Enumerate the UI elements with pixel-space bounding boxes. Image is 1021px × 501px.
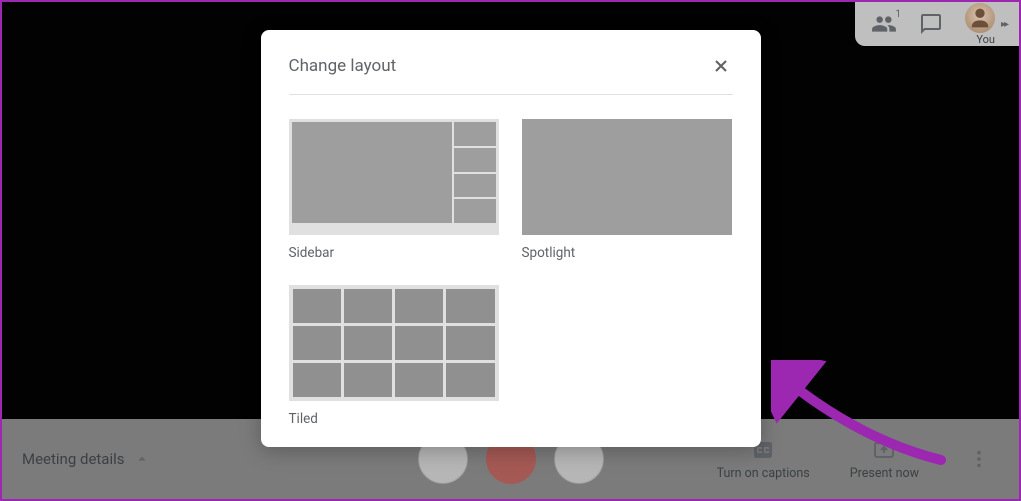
sidebar-preview xyxy=(289,119,499,235)
dialog-overlay: Change layout Sidebar xyxy=(2,2,1019,499)
layout-option-sidebar[interactable]: Sidebar xyxy=(289,119,500,261)
layout-label-sidebar: Sidebar xyxy=(289,245,500,261)
layout-label-tiled: Tiled xyxy=(289,411,500,427)
divider xyxy=(289,94,733,95)
dialog-header: Change layout xyxy=(289,54,733,94)
change-layout-dialog: Change layout Sidebar xyxy=(261,30,761,447)
layout-option-spotlight[interactable]: Spotlight xyxy=(522,119,733,261)
layout-label-spotlight: Spotlight xyxy=(522,245,733,261)
layout-option-tiled[interactable]: Tiled xyxy=(289,285,500,427)
layout-options-grid: Sidebar Spotlight Tiled xyxy=(289,119,733,427)
annotation-arrow xyxy=(771,360,971,480)
tiled-preview xyxy=(289,285,499,401)
close-icon xyxy=(711,56,731,76)
close-button[interactable] xyxy=(709,54,733,78)
spotlight-preview xyxy=(522,119,732,235)
dialog-title: Change layout xyxy=(289,56,397,76)
